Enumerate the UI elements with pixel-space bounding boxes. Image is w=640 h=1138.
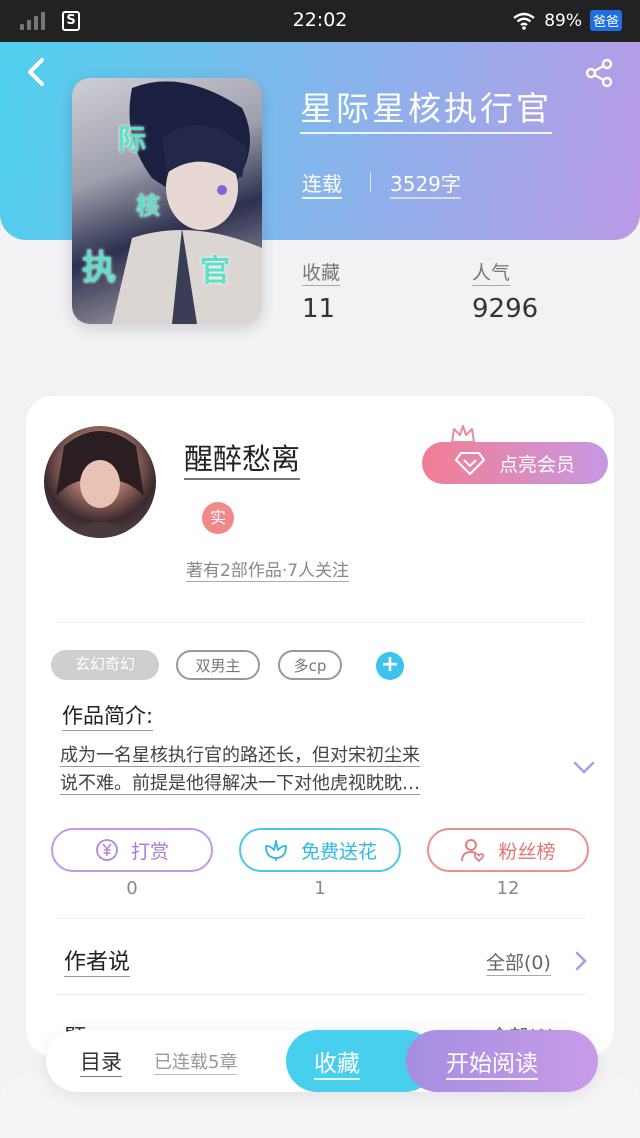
divider [56,622,586,623]
diamond-icon [454,452,485,475]
carrier-app-badge: 爸爸 [589,10,622,31]
verified-badge: 实 [202,502,234,534]
yuan-icon [96,839,118,861]
cover-word: 际 [118,123,147,156]
vip-button-label: 点亮会员 [498,453,575,476]
chevron-down-icon[interactable] [572,760,596,776]
flower-icon [265,840,287,861]
stat-value-popularity: 9296 [472,294,539,324]
divider [56,994,586,995]
fans-count: 12 [496,878,520,899]
tag[interactable]: 玄幻奇幻 [51,650,159,680]
add-tag-button[interactable]: + [376,652,404,680]
intro-line: 成为一名星核执行官的路还长，但对宋初尘来 [60,745,420,767]
author-says-all-link[interactable]: 全部(0) [486,948,551,976]
send-flower-button-label: 免费送花 [300,840,377,863]
flower-count: 1 [314,878,326,899]
vip-button[interactable]: 点亮会员 [422,442,608,484]
table-of-contents-button[interactable]: 目录 [80,1046,122,1077]
send-flower-button[interactable]: 免费送花 [239,828,401,872]
battery-level: 89% [544,10,582,31]
cover-word: 核 [136,191,160,220]
author-says-title: 作者说 [64,944,131,977]
cover-word: 执 [82,248,116,288]
fans-ranking-button[interactable]: 粉丝榜 [427,828,589,872]
book-title: 星际星核执行官 [300,82,552,134]
tag[interactable]: 双男主 [176,650,260,680]
book-cover[interactable]: 际 核 执 官 [72,78,262,324]
avatar[interactable] [44,426,156,538]
divider [370,172,371,192]
back-icon[interactable] [22,56,50,88]
stat-label-favorites: 收藏 [302,258,341,286]
cover-word: 官 [200,254,230,289]
crown-icon [451,425,475,443]
divider [56,918,586,919]
intro-line: 说不难。前提是他得解决一下对他虎视眈眈… [60,773,420,795]
author-meta: 著有2部作品·7人关注 [186,556,350,582]
chevron-right-icon[interactable] [574,950,588,972]
intro-title: 作品简介: [62,700,154,731]
start-reading-button-label: 开始阅读 [446,1044,538,1080]
author-name[interactable]: 醒醉愁离 [184,436,301,480]
stat-label-popularity: 人气 [472,258,511,286]
intro-text[interactable]: 成为一名星核执行官的路还长，但对宋初尘来 说不难。前提是他得解决一下对他虎视眈眈… [60,742,550,798]
word-count: 3529字 [390,168,461,199]
fans-ranking-button-label: 粉丝榜 [498,840,556,863]
chapters-info[interactable]: 已连载5章 [154,1048,238,1075]
reward-button[interactable]: 打赏 [51,828,213,872]
tag[interactable]: 多cp [278,650,342,680]
reward-count: 0 [126,878,138,899]
collect-button-label: 收藏 [314,1044,360,1080]
share-icon[interactable] [584,58,614,88]
avatar-illustration [56,431,144,538]
stat-value-favorites: 11 [302,294,336,324]
status-bar: S 22:02 89% 爸爸 [0,0,640,42]
fans-icon [461,839,485,863]
wifi-icon [513,12,535,30]
reward-button-label: 打赏 [130,840,169,863]
book-status: 连载 [302,168,342,199]
